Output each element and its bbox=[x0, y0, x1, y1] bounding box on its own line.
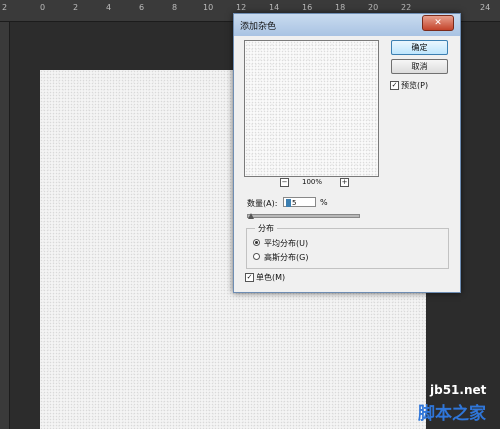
gaussian-label: 高斯分布(G) bbox=[264, 253, 309, 262]
ruler-label: 4 bbox=[106, 3, 112, 12]
cancel-button[interactable]: 取消 bbox=[391, 59, 448, 74]
amount-label: 数量(A): bbox=[247, 199, 278, 208]
ruler-label: 6 bbox=[139, 3, 145, 12]
amount-slider[interactable] bbox=[247, 214, 360, 218]
monochromatic-checkbox[interactable]: ✓ bbox=[245, 273, 254, 282]
ruler-label: 10 bbox=[203, 3, 214, 12]
check-icon: ✓ bbox=[391, 81, 398, 89]
zoom-out-icon: − bbox=[281, 178, 288, 186]
zoom-out-button[interactable]: − bbox=[280, 178, 289, 187]
amount-slider-thumb[interactable] bbox=[248, 213, 254, 219]
close-button[interactable]: ✕ bbox=[422, 15, 454, 31]
zoom-controls: − 100% + bbox=[244, 178, 379, 190]
amount-unit: % bbox=[320, 198, 328, 207]
dialog-titlebar[interactable]: 添加杂色 ✕ bbox=[234, 14, 460, 36]
ruler-label: 24 bbox=[480, 3, 491, 12]
uniform-label: 平均分布(U) bbox=[264, 239, 309, 248]
check-icon: ✓ bbox=[246, 273, 253, 281]
ruler-label: 20 bbox=[368, 3, 379, 12]
close-icon: ✕ bbox=[434, 18, 442, 28]
zoom-in-icon: + bbox=[341, 178, 348, 186]
distribution-title: 分布 bbox=[255, 223, 277, 234]
gaussian-radio[interactable] bbox=[253, 253, 260, 260]
ok-button[interactable]: 确定 bbox=[391, 40, 448, 55]
dialog-title: 添加杂色 bbox=[240, 22, 277, 32]
text-cursor bbox=[286, 199, 291, 207]
amount-input[interactable]: 5 bbox=[283, 197, 316, 207]
ruler-label: 14 bbox=[269, 3, 280, 12]
zoom-in-button[interactable]: + bbox=[340, 178, 349, 187]
ruler-label: 2 bbox=[73, 3, 79, 12]
preview-pane[interactable] bbox=[244, 40, 379, 177]
watermark-site: jb51.net bbox=[430, 383, 487, 397]
ruler-label: 12 bbox=[236, 3, 247, 12]
ruler-label: 0 bbox=[40, 3, 46, 12]
zoom-level: 100% bbox=[302, 178, 323, 186]
preview-checkbox[interactable]: ✓ bbox=[390, 81, 399, 90]
ruler-label: 8 bbox=[172, 3, 178, 12]
site-watermark: jb51.net 脚本之家 bbox=[400, 381, 496, 427]
distribution-group: 分布 平均分布(U) 高斯分布(G) bbox=[246, 223, 449, 269]
ruler-label: 16 bbox=[302, 3, 313, 12]
ruler-label: 2 bbox=[2, 3, 8, 12]
ruler-label: 22 bbox=[401, 3, 412, 12]
ruler-label: 18 bbox=[335, 3, 346, 12]
add-noise-dialog: 添加杂色 ✕ − 100% + 确定 取消 ✓ 预览(P) 数量(A): 5 %… bbox=[233, 13, 461, 293]
watermark-brand: 脚本之家 bbox=[418, 404, 486, 424]
uniform-radio[interactable] bbox=[253, 239, 260, 246]
monochromatic-label: 单色(M) bbox=[256, 273, 286, 282]
left-ruler bbox=[0, 22, 10, 429]
preview-label: 预览(P) bbox=[401, 81, 429, 90]
amount-value: 5 bbox=[292, 199, 297, 207]
